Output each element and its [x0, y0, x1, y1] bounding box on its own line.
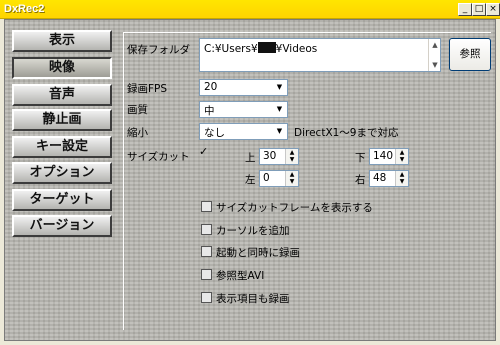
sizecut-label: サイズカット — [127, 151, 190, 163]
left-label: 左 — [245, 174, 256, 186]
close-button[interactable]: × — [486, 3, 500, 16]
fps-select[interactable]: 20 ▼ — [199, 79, 288, 96]
bottom-spinner[interactable]: 140 ▲ ▼ — [369, 148, 409, 165]
record-on-start-checkbox[interactable] — [201, 246, 212, 257]
save-folder-field[interactable]: C:¥Users¥ ¥Videos ▲ ▼ — [199, 38, 441, 72]
title-bar[interactable]: DxRec2 _ □ × — [0, 0, 500, 19]
redacted-username — [257, 42, 276, 53]
sidebar-item-key-settings[interactable]: キー設定 — [12, 136, 112, 158]
spin-up-icon[interactable]: ▲ — [396, 171, 408, 178]
path-scrollbar[interactable]: ▲ ▼ — [428, 39, 440, 71]
fps-value: 20 — [204, 81, 218, 93]
shrink-note: DirectX1～9まで対応 — [294, 127, 399, 139]
sidebar-item-target[interactable]: ターゲット — [12, 189, 112, 211]
scroll-down-icon[interactable]: ▼ — [429, 59, 441, 71]
right-spinner[interactable]: 48 ▲ ▼ — [369, 170, 409, 187]
record-display-items-checkbox[interactable] — [201, 292, 212, 303]
save-folder-path: C:¥Users¥ ¥Videos — [204, 42, 318, 55]
quality-select[interactable]: 中 ▼ — [199, 101, 288, 118]
video-settings-panel — [123, 32, 491, 330]
record-display-items-label: 表示項目も録画 — [216, 293, 290, 305]
sidebar-item-video[interactable]: 映像 — [12, 57, 112, 79]
spin-down-icon[interactable]: ▼ — [396, 156, 408, 163]
record-on-start-label: 起動と同時に録画 — [216, 247, 300, 259]
minimize-button[interactable]: _ — [458, 3, 472, 16]
bottom-label: 下 — [355, 152, 366, 164]
checkmark-icon: ✓ — [199, 145, 209, 158]
shrink-value: なし — [204, 127, 225, 139]
left-spinner[interactable]: 0 ▲ ▼ — [259, 170, 299, 187]
chevron-down-icon[interactable]: ▼ — [273, 81, 286, 94]
add-cursor-label: カーソルを追加 — [216, 225, 290, 237]
sidebar-item-still-image[interactable]: 静止画 — [12, 109, 112, 131]
add-cursor-checkbox[interactable] — [201, 224, 212, 235]
sizecut-checkbox[interactable]: ✓ — [199, 145, 210, 159]
reference-avi-checkbox[interactable] — [201, 269, 212, 280]
show-sizecut-frame-checkbox[interactable] — [201, 201, 212, 212]
quality-label: 画質 — [127, 104, 148, 116]
fps-label: 録画FPS — [127, 83, 168, 95]
spin-up-icon[interactable]: ▲ — [396, 149, 408, 156]
reference-avi-label: 参照型AVI — [216, 270, 265, 282]
show-sizecut-frame-label: サイズカットフレームを表示する — [216, 202, 373, 214]
right-label: 右 — [355, 174, 366, 186]
sidebar-item-audio[interactable]: 音声 — [12, 84, 112, 106]
browse-button[interactable]: 参照 — [449, 38, 491, 71]
sidebar-item-options[interactable]: オプション — [12, 162, 112, 184]
window-title: DxRec2 — [4, 3, 45, 15]
shrink-select[interactable]: なし ▼ — [199, 123, 288, 140]
chevron-down-icon[interactable]: ▼ — [273, 125, 286, 138]
spin-down-icon[interactable]: ▼ — [286, 178, 298, 185]
maximize-button[interactable]: □ — [472, 3, 486, 16]
right-value: 48 — [373, 172, 387, 184]
top-spinner[interactable]: 30 ▲ ▼ — [259, 148, 299, 165]
top-label: 上 — [245, 152, 256, 164]
sidebar-item-version[interactable]: バージョン — [12, 215, 112, 237]
top-value: 30 — [263, 150, 277, 162]
left-value: 0 — [263, 172, 270, 184]
bottom-value: 140 — [373, 150, 394, 162]
spin-down-icon[interactable]: ▼ — [286, 156, 298, 163]
sidebar-item-display[interactable]: 表示 — [12, 30, 112, 52]
save-folder-label: 保存フォルダ — [127, 44, 190, 56]
spin-up-icon[interactable]: ▲ — [286, 149, 298, 156]
app-window: DxRec2 _ □ × 表示 映像 音声 静止画 キー設定 オプション ターゲ… — [0, 0, 500, 345]
spin-up-icon[interactable]: ▲ — [286, 171, 298, 178]
chevron-down-icon[interactable]: ▼ — [273, 103, 286, 116]
shrink-label: 縮小 — [127, 127, 148, 139]
scroll-up-icon[interactable]: ▲ — [429, 39, 441, 51]
spin-down-icon[interactable]: ▼ — [396, 178, 408, 185]
quality-value: 中 — [204, 105, 215, 117]
